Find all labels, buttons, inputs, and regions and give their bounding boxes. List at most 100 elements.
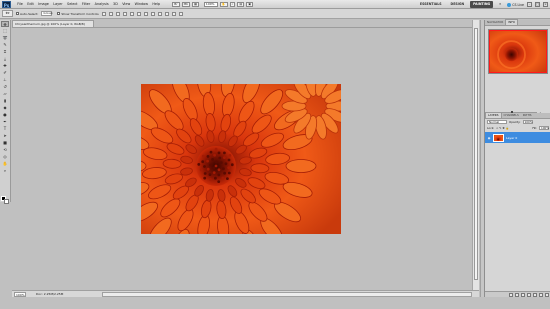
auto-select-checkbox[interactable] bbox=[16, 12, 19, 15]
distribute-bottom-icon[interactable] bbox=[157, 11, 162, 16]
new-group-icon[interactable] bbox=[533, 292, 537, 297]
hand-tool-icon[interactable]: ✋ bbox=[1, 161, 9, 167]
history-brush-tool-icon[interactable]: ↺ bbox=[1, 84, 9, 90]
tab-layers[interactable]: LAYERS bbox=[485, 112, 502, 118]
arrange-documents-icon[interactable]: ▤ bbox=[237, 1, 245, 7]
vertical-scrollbar[interactable] bbox=[472, 20, 479, 290]
menu-view[interactable]: View bbox=[120, 0, 132, 9]
distribute-left-icon[interactable] bbox=[164, 11, 169, 16]
marquee-tool-icon[interactable]: ⬚ bbox=[1, 28, 9, 34]
document-info[interactable]: Doc: 2.25M/2.25M bbox=[36, 292, 63, 296]
zoom-level-dropdown[interactable]: 100% bbox=[203, 1, 218, 7]
align-right-icon[interactable] bbox=[136, 11, 141, 16]
lock-icons[interactable]: ▫ ✎ ✥ 🔒 bbox=[496, 126, 509, 130]
align-hcenter-icon[interactable] bbox=[129, 11, 134, 16]
quick-select-tool-icon[interactable]: ✎ bbox=[1, 42, 9, 48]
zoom-tool-icon[interactable]: ⌕ bbox=[1, 168, 9, 174]
align-top-icon[interactable] bbox=[101, 11, 106, 16]
menu-edit[interactable]: Edit bbox=[25, 0, 36, 9]
navigator-preview[interactable] bbox=[487, 29, 548, 74]
maximize-icon[interactable]: □ bbox=[535, 2, 540, 7]
core-floret bbox=[218, 156, 222, 160]
layer-style-icon[interactable] bbox=[515, 292, 519, 297]
distribute-hcenter-icon[interactable] bbox=[171, 11, 176, 16]
menu-3d[interactable]: 3D bbox=[111, 0, 120, 9]
delete-layer-icon[interactable] bbox=[545, 292, 549, 297]
tab-info[interactable]: INFO bbox=[505, 19, 519, 25]
link-layers-icon[interactable] bbox=[509, 292, 513, 297]
zoom-field[interactable]: 100% bbox=[14, 291, 26, 297]
menu-analysis[interactable]: Analysis bbox=[92, 0, 110, 9]
screen-mode-icon[interactable]: ▣ bbox=[246, 1, 254, 7]
menu-help[interactable]: Help bbox=[150, 0, 162, 9]
menu-layer[interactable]: Layer bbox=[51, 0, 65, 9]
type-tool-icon[interactable]: T bbox=[1, 126, 9, 132]
cs-live-menu[interactable]: CS Live bbox=[507, 2, 524, 7]
image-canvas[interactable] bbox=[141, 84, 341, 234]
auto-select-option[interactable]: Auto-Select: bbox=[16, 12, 38, 16]
move-tool-icon[interactable]: ✥ bbox=[1, 21, 9, 27]
core-floret bbox=[217, 173, 221, 177]
adjustment-layer-icon[interactable] bbox=[527, 292, 531, 297]
distribute-vcenter-icon[interactable] bbox=[150, 11, 155, 16]
show-transform-controls-option[interactable]: Show Transform Controls bbox=[57, 12, 99, 16]
workspace-painting[interactable]: PAINTING bbox=[470, 1, 494, 8]
stamp-tool-icon[interactable]: ⊥ bbox=[1, 77, 9, 83]
opacity-field[interactable]: 100% bbox=[522, 120, 533, 124]
pen-tool-icon[interactable]: ✒ bbox=[1, 119, 9, 125]
document-tab[interactable]: Chrysanthemum.jpg @ 100% (Layer 0, RGB/8… bbox=[12, 20, 94, 27]
brush-tool-icon[interactable]: ✐ bbox=[1, 70, 9, 76]
distribute-top-icon[interactable] bbox=[143, 11, 148, 16]
close-icon[interactable]: × bbox=[543, 2, 548, 7]
lasso-tool-icon[interactable]: ➰ bbox=[1, 35, 9, 41]
more-workspaces-button[interactable]: » bbox=[496, 1, 504, 8]
distribute-right-icon[interactable] bbox=[178, 11, 183, 16]
core-floret bbox=[199, 168, 203, 172]
tab-paths[interactable]: PATHS bbox=[521, 113, 534, 118]
tab-navigator[interactable]: NAVIGATOR bbox=[485, 20, 505, 25]
fill-field[interactable]: 100% bbox=[539, 126, 549, 130]
menu-filter[interactable]: Filter bbox=[80, 0, 93, 9]
zoom-tool-icon[interactable]: ⌕ bbox=[229, 1, 236, 7]
minibridge-icon[interactable]: Mb bbox=[181, 1, 191, 7]
align-vcenter-icon[interactable] bbox=[108, 11, 113, 16]
tool-preset-picker[interactable]: ✥▾ bbox=[2, 10, 13, 17]
crop-tool-icon[interactable]: ⌗ bbox=[1, 49, 9, 55]
layer-name[interactable]: Layer 0 bbox=[506, 136, 517, 140]
align-bottom-icon[interactable] bbox=[115, 11, 120, 16]
core-floret bbox=[230, 163, 234, 167]
menu-select[interactable]: Select bbox=[65, 0, 80, 9]
layer-mask-icon[interactable] bbox=[521, 292, 525, 297]
healing-tool-icon[interactable]: ✚ bbox=[1, 63, 9, 69]
vertical-scroll-thumb[interactable] bbox=[474, 28, 478, 280]
auto-select-target-dropdown[interactable]: Group bbox=[41, 11, 53, 16]
eraser-tool-icon[interactable]: ▱ bbox=[1, 91, 9, 97]
eye-icon[interactable]: ◉ bbox=[487, 136, 491, 140]
status-bar: 100% Doc: 2.25M/2.25M bbox=[12, 290, 479, 297]
layer-row[interactable]: ◉ Layer 0 bbox=[485, 132, 550, 143]
navigator-view-box[interactable] bbox=[488, 30, 547, 73]
workspace-essentials[interactable]: ESSENTIALS bbox=[417, 1, 445, 8]
blur-tool-icon[interactable]: ◆ bbox=[1, 105, 9, 111]
blend-mode-dropdown[interactable]: Normal bbox=[487, 120, 507, 124]
3d-rotate-tool-icon[interactable]: ⟲ bbox=[1, 147, 9, 153]
dodge-tool-icon[interactable]: ● bbox=[1, 112, 9, 118]
path-select-tool-icon[interactable]: ➤ bbox=[1, 133, 9, 139]
background-color-swatch[interactable] bbox=[4, 199, 9, 204]
extras-icon[interactable]: ▦ bbox=[192, 1, 199, 7]
show-transform-checkbox[interactable] bbox=[57, 12, 61, 15]
hand-tool-icon[interactable]: ✋ bbox=[219, 1, 228, 7]
minimize-icon[interactable]: – bbox=[527, 2, 532, 7]
shape-tool-icon[interactable]: ■ bbox=[1, 140, 9, 146]
workspace-design[interactable]: DESIGN bbox=[448, 1, 468, 8]
eyedropper-tool-icon[interactable]: ⤓ bbox=[1, 56, 9, 62]
tab-channels[interactable]: CHANNELS bbox=[502, 113, 521, 118]
align-left-icon[interactable] bbox=[122, 11, 127, 16]
menu-file[interactable]: File bbox=[15, 0, 25, 9]
bridge-icon[interactable]: Br bbox=[172, 1, 180, 7]
3d-orbit-tool-icon[interactable]: ◎ bbox=[1, 154, 9, 160]
new-layer-icon[interactable] bbox=[539, 292, 543, 297]
gradient-tool-icon[interactable]: ▮ bbox=[1, 98, 9, 104]
menu-window[interactable]: Window bbox=[132, 0, 150, 9]
menu-image[interactable]: Image bbox=[36, 0, 51, 9]
